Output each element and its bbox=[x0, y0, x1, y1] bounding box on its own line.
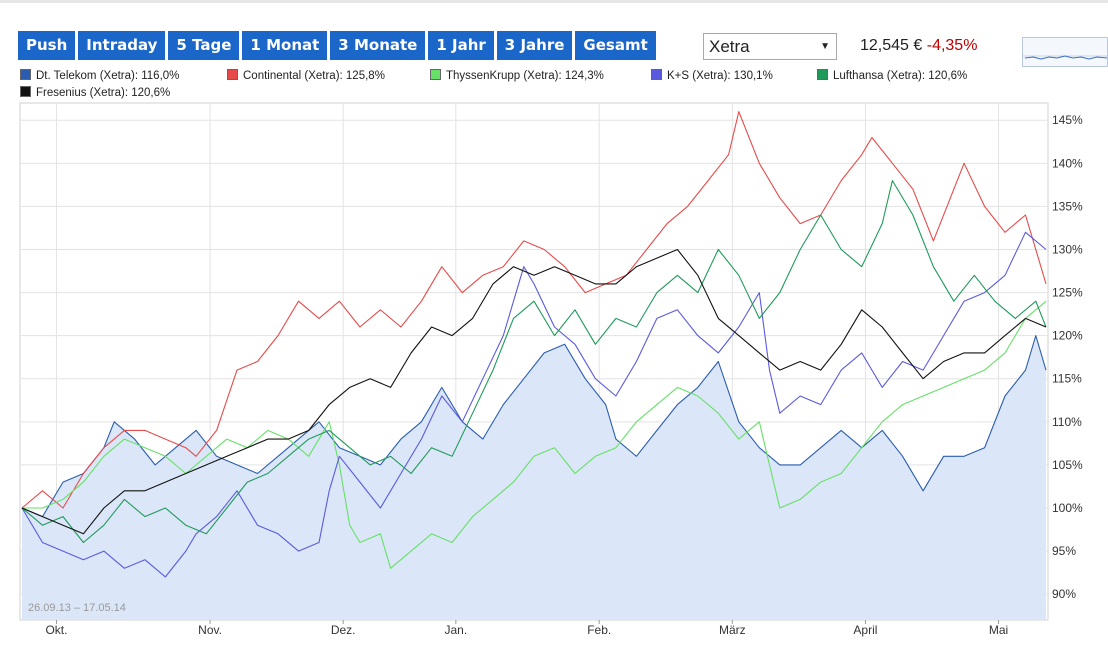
y-tick-label: 120% bbox=[1052, 329, 1083, 343]
x-tick-label: Jan. bbox=[444, 623, 467, 637]
y-tick-label: 140% bbox=[1052, 156, 1083, 170]
x-tick-label: Dez. bbox=[331, 623, 356, 637]
y-tick-label: 145% bbox=[1052, 113, 1083, 127]
x-tick-label: Nov. bbox=[198, 623, 222, 637]
y-tick-label: 115% bbox=[1052, 372, 1082, 386]
y-tick-label: 90% bbox=[1052, 587, 1076, 601]
x-tick-label: Feb. bbox=[587, 623, 611, 637]
y-tick-label: 110% bbox=[1052, 415, 1082, 429]
line-chart: 90% 95% 100% 105% 110% 115% 120% 125% 130% 135% 14… bbox=[19, 102, 1083, 637]
y-tick-label: 125% bbox=[1052, 286, 1083, 300]
y-tick-label: 95% bbox=[1052, 544, 1076, 558]
y-tick-label: 105% bbox=[1052, 458, 1083, 472]
y-tick-label: 100% bbox=[1052, 501, 1083, 515]
y-tick-label: 135% bbox=[1052, 199, 1083, 213]
date-range-label: 26.09.13 – 17.05.14 bbox=[28, 602, 126, 614]
y-tick-label: 130% bbox=[1052, 242, 1083, 256]
x-tick-label: März bbox=[719, 623, 746, 637]
x-tick-label: April bbox=[853, 623, 877, 637]
x-tick-label: Okt. bbox=[45, 623, 67, 637]
x-tick-label: Mai bbox=[989, 623, 1008, 637]
